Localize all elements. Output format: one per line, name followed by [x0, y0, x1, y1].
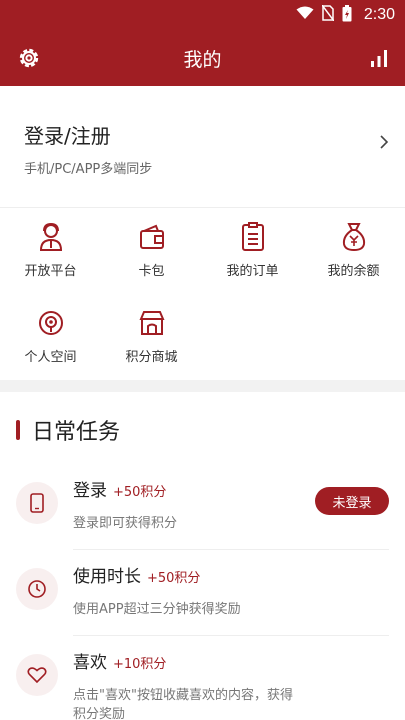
task-points: +50积分: [113, 485, 167, 500]
section-title: 日常任务: [16, 414, 120, 446]
grid-item-my-orders[interactable]: 我的订单: [202, 208, 303, 294]
battery-icon: [342, 4, 352, 26]
task-name-text: 登录: [73, 481, 107, 501]
task-points: +50积分: [147, 571, 201, 586]
login-register-row[interactable]: 登录/注册 手机/PC/APP多端同步: [0, 86, 405, 208]
task-name: 登录 +50积分: [73, 476, 166, 501]
location-target-icon: [36, 308, 66, 338]
app-bar: 我的: [0, 30, 405, 86]
grid-item-label: 个人空间: [24, 350, 77, 365]
grid-item-label: 卡包: [138, 264, 165, 279]
not-logged-in-button[interactable]: 未登录: [315, 487, 389, 515]
grid-item-card-wallet[interactable]: 卡包: [101, 208, 202, 294]
order-list-icon: [238, 222, 268, 252]
task-desc: 点击"喜欢"按钮收藏喜欢的内容，获得积分奖励: [73, 688, 293, 720]
login-subtitle: 手机/PC/APP多端同步: [24, 162, 153, 177]
bar-chart-icon[interactable]: [365, 44, 393, 72]
task-usage-time: 使用时长 +50积分 使用APP超过三分钟获得奖励: [0, 550, 405, 636]
no-sim-icon: [321, 4, 335, 25]
grid-item-label: 积分商城: [125, 350, 178, 365]
task-name-text: 喜欢: [73, 653, 107, 673]
grid-item-personal-space[interactable]: 个人空间: [0, 294, 101, 380]
status-bar: 2:30: [0, 0, 405, 30]
grid-item-label: 我的余额: [327, 264, 380, 279]
money-bag-icon: [339, 222, 369, 252]
grid-item-label: 我的订单: [226, 264, 279, 279]
grid-item-my-balance[interactable]: 我的余额: [303, 208, 404, 294]
wifi-icon: [296, 6, 314, 24]
task-desc: 使用APP超过三分钟获得奖励: [73, 602, 241, 617]
grid-item-open-platform[interactable]: 开放平台: [0, 208, 101, 294]
task-login: 登录 +50积分 登录即可获得积分 未登录: [0, 464, 405, 550]
person-headset-icon: [36, 222, 66, 252]
title-accent-bar: [16, 420, 20, 440]
status-time: 2:30: [363, 6, 395, 23]
grid-item-points-mall[interactable]: 积分商城: [101, 294, 202, 380]
daily-tasks-section: 日常任务 登录 +50积分 登录即可获得积分 未登录 使用时长 +50积分 使用AP…: [0, 392, 405, 720]
chevron-right-icon: [379, 134, 389, 155]
task-name: 使用时长 +50积分: [73, 562, 200, 587]
gear-icon[interactable]: [15, 44, 43, 72]
section-separator: [0, 380, 405, 392]
clock-icon: [16, 568, 58, 610]
task-desc: 登录即可获得积分: [73, 516, 178, 531]
shortcut-grid: 开放平台 卡包 我的订单 我的余额 个人空间 积分商城: [0, 208, 405, 380]
grid-item-label: 开放平台: [24, 264, 77, 279]
phone-icon: [16, 482, 58, 524]
task-points: +10积分: [113, 657, 167, 672]
task-name-text: 使用时长: [73, 567, 141, 587]
task-like: 喜欢 +10积分 点击"喜欢"按钮收藏喜欢的内容，获得积分奖励: [0, 636, 405, 720]
login-title: 登录/注册: [24, 124, 111, 148]
section-title-text: 日常任务: [32, 420, 121, 445]
shop-icon: [137, 308, 167, 338]
page-title: 我的: [183, 48, 222, 71]
heart-icon: [16, 654, 58, 696]
task-name: 喜欢 +10积分: [73, 648, 166, 673]
wallet-icon: [137, 222, 167, 252]
